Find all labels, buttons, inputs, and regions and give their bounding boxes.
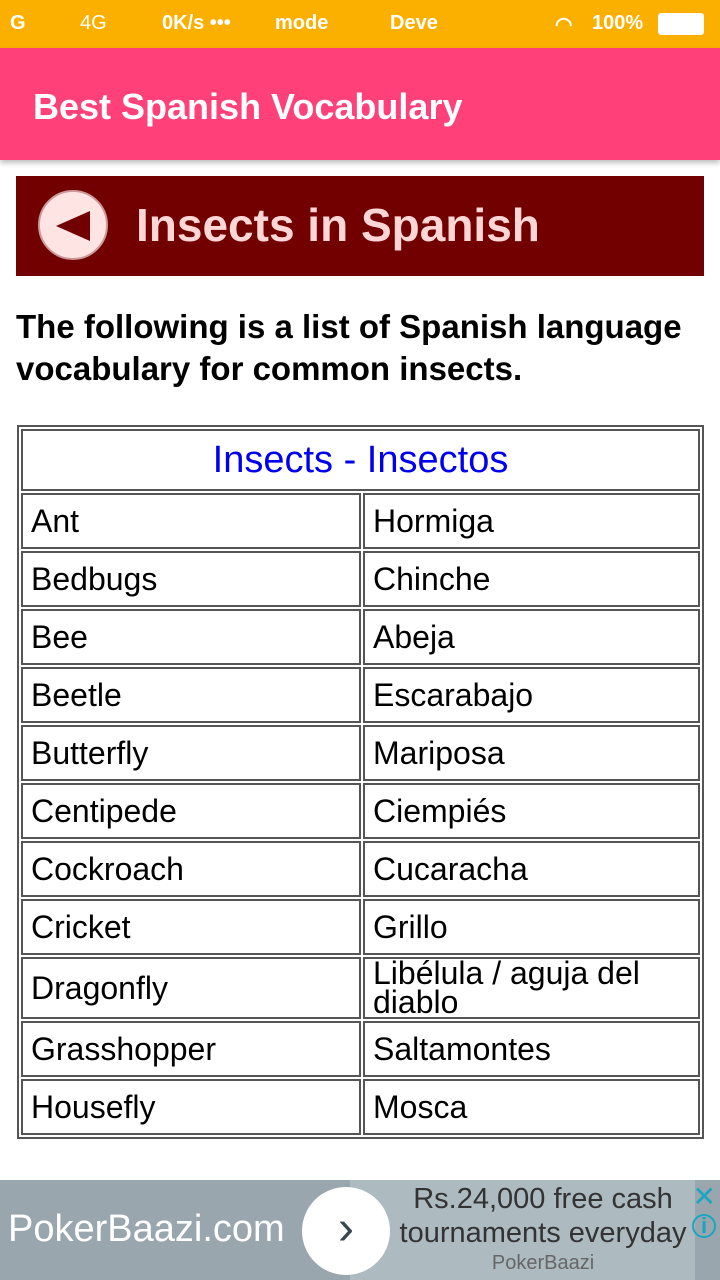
spanish-word: Mariposa	[363, 725, 700, 781]
table-row: Ant Hormiga	[21, 493, 700, 549]
app-bar: Best Spanish Vocabulary	[0, 48, 720, 160]
wifi-icon: ◠	[555, 14, 573, 36]
ad-brand[interactable]: PokerBaazi.com	[8, 1208, 285, 1251]
table-row: Beetle Escarabajo	[21, 667, 700, 723]
spanish-word: Cucaracha	[363, 841, 700, 897]
english-word: Dragonfly	[21, 957, 361, 1019]
table-row: Cricket Grillo	[21, 899, 700, 955]
english-word: Ant	[21, 493, 361, 549]
english-word: Grasshopper	[21, 1021, 361, 1077]
table-header: Insects - Insectos	[21, 429, 700, 491]
app-title: Best Spanish Vocabulary	[33, 86, 463, 127]
battery-icon	[658, 13, 704, 35]
english-word: Cricket	[21, 899, 361, 955]
table-row: Bee Abeja	[21, 609, 700, 665]
table-row: Cockroach Cucaracha	[21, 841, 700, 897]
signal-text: G	[10, 12, 26, 34]
network-text: 4G	[80, 12, 107, 34]
spanish-word: Abeja	[363, 609, 700, 665]
english-word: Centipede	[21, 783, 361, 839]
mode-text: mode	[275, 12, 329, 34]
page-banner: Insects in Spanish	[16, 176, 704, 276]
table-row: Housefly Mosca	[21, 1079, 700, 1135]
table-row: Butterfly Mariposa	[21, 725, 700, 781]
english-word: Cockroach	[21, 841, 361, 897]
ad-go-button[interactable]: ›	[302, 1187, 390, 1275]
spanish-word: Grillo	[363, 899, 700, 955]
status-bar: G 4G 0K/s ••• mode Deve ◠ 100%	[0, 0, 720, 48]
vocabulary-table: Insects - Insectos Ant Hormiga Bedbugs Chin…	[17, 425, 704, 1139]
table-row: Dragonfly Libélula / aguja del diablo	[21, 957, 700, 1019]
table-row: Bedbugs Chinche	[21, 551, 700, 607]
table-row: Grasshopper Saltamontes	[21, 1021, 700, 1077]
spanish-word: Hormiga	[363, 493, 700, 549]
spanish-word: Escarabajo	[363, 667, 700, 723]
spanish-word: Saltamontes	[363, 1021, 700, 1077]
ad-headline[interactable]: Rs.24,000 free cash tournaments everyday	[398, 1182, 688, 1250]
spanish-word: Libélula / aguja del diablo	[363, 957, 700, 1019]
spanish-word: Ciempiés	[363, 783, 700, 839]
english-word: Beetle	[21, 667, 361, 723]
ad-banner[interactable]: PokerBaazi.com › Rs.24,000 free cash tou…	[0, 1180, 720, 1280]
ad-advertiser: PokerBaazi	[491, 1252, 595, 1274]
battery-text: 100%	[592, 12, 644, 34]
intro-text: The following is a list of Spanish langu…	[16, 308, 682, 387]
spanish-word: Mosca	[363, 1079, 700, 1135]
speed-text: 0K/s •••	[162, 12, 231, 34]
english-word: Bedbugs	[21, 551, 361, 607]
ad-info-icon[interactable]: i	[692, 1214, 716, 1238]
ad-close-icon[interactable]: ✕	[693, 1180, 716, 1213]
spanish-word: Chinche	[363, 551, 700, 607]
dev-text: Deve	[390, 12, 438, 34]
english-word: Butterfly	[21, 725, 361, 781]
page-title: Insects in Spanish	[136, 199, 540, 251]
back-button[interactable]	[38, 190, 108, 260]
table-row: Centipede Ciempiés	[21, 783, 700, 839]
english-word: Housefly	[21, 1079, 361, 1135]
english-word: Bee	[21, 609, 361, 665]
